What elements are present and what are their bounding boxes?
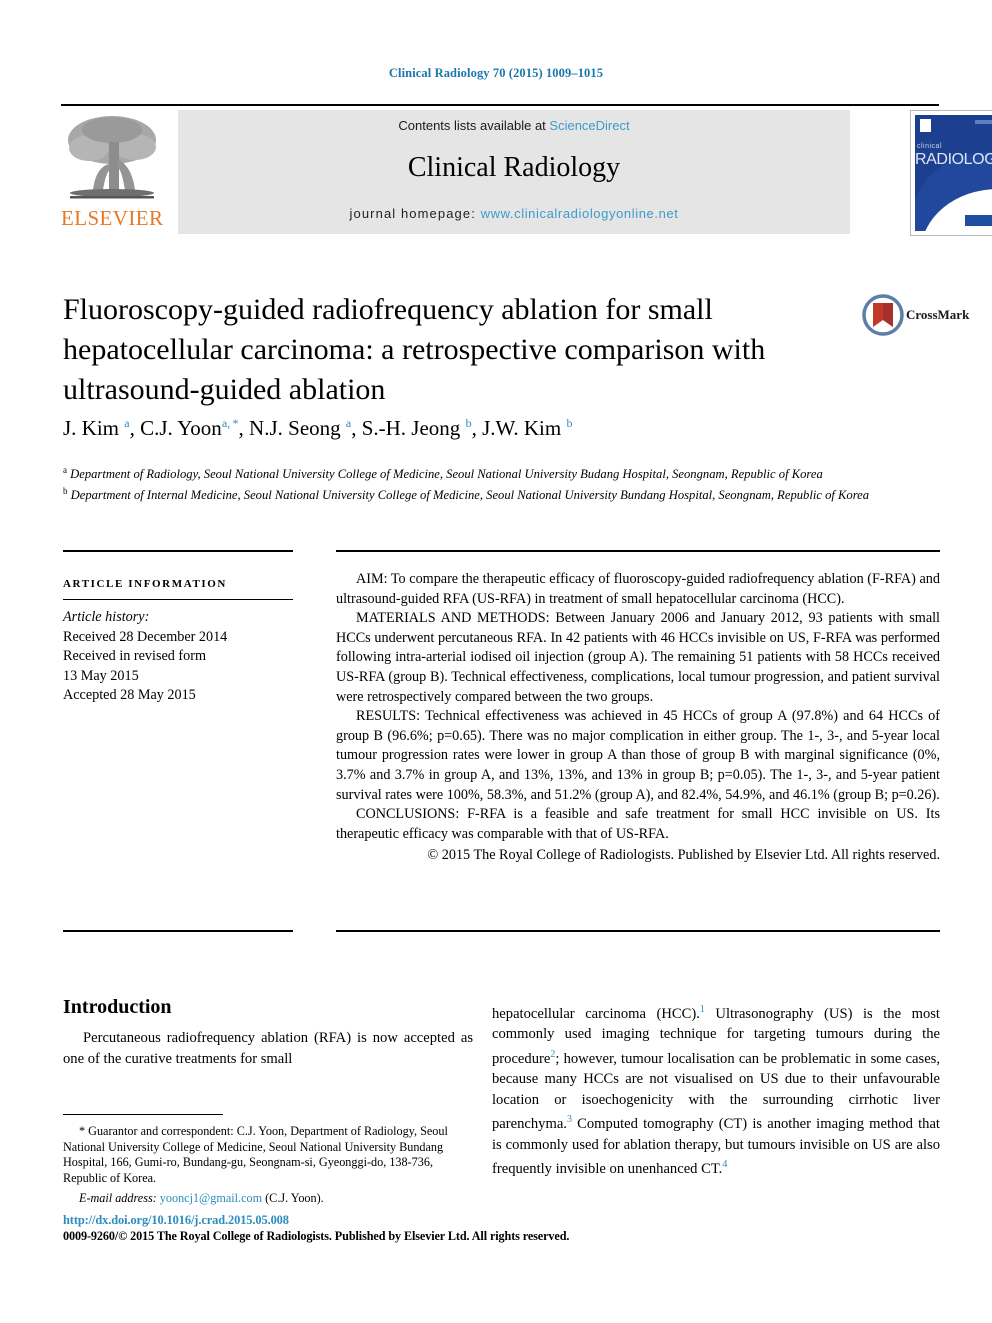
section-heading-introduction: Introduction <box>63 996 172 1018</box>
doi-link[interactable]: http://dx.doi.org/10.1016/j.crad.2015.05… <box>63 1212 663 1228</box>
article-history-line-1: Received in revised form <box>63 648 207 664</box>
article-history-line-2: 13 May 2015 <box>63 667 139 684</box>
journal-title: Clinical Radiology <box>407 152 621 183</box>
abstract-aim: AIM: To compare the therapeutic efficacy… <box>336 571 940 607</box>
abstract-materials-methods: MATERIALS AND METHODS: Between January 2… <box>336 610 940 705</box>
artinfo-rule-top <box>63 550 293 552</box>
cover-society-badge <box>965 215 992 226</box>
email-link[interactable]: yooncj1@gmail.com <box>160 1191 262 1205</box>
masthead-top-rule <box>61 104 939 106</box>
email-line: E-mail address: yooncj1@gmail.com (C.J. … <box>63 1191 475 1207</box>
running-head: Clinical Radiology 70 (2015) 1009–1015 <box>388 66 604 80</box>
page-title: Fluoroscopy-guided radiofrequency ablati… <box>63 293 766 406</box>
page-footer: http://dx.doi.org/10.1016/j.crad.2015.05… <box>63 1212 663 1244</box>
crossmark-icon <box>862 294 904 336</box>
contents-line: Contents lists available at ScienceDirec… <box>178 118 850 133</box>
cover-issue-mark <box>975 120 992 124</box>
abstract-conclusions: CONCLUSIONS: F-RFA is a feasible and saf… <box>336 806 940 842</box>
journal-cover-image: clinical RADIOLOGY <box>915 115 992 231</box>
crossmark-label: CrossMark <box>906 307 970 322</box>
cover-journal-small-text: clinical <box>917 143 943 150</box>
correspondence-footnote: * Guarantor and correspondent: C.J. Yoon… <box>63 1124 475 1207</box>
elsevier-tree-icon <box>65 112 159 204</box>
elsevier-wordmark: ELSEVIER <box>61 206 164 230</box>
article-information-heading: ARTICLE INFORMATION <box>63 578 227 590</box>
footnote-separator <box>63 1114 223 1115</box>
email-suffix: (C.J. Yoon). <box>265 1191 324 1205</box>
sciencedirect-link[interactable]: ScienceDirect <box>549 118 629 133</box>
introduction-left-column: Percutaneous radiofrequency ablation (RF… <box>63 1028 473 1069</box>
homepage-link[interactable]: www.clinicalradiologyonline.net <box>481 206 679 221</box>
abstract-rule-top <box>336 550 940 552</box>
abstract-copyright: © 2015 The Royal College of Radiologists… <box>427 847 940 864</box>
correspondence-text: * Guarantor and correspondent: C.J. Yoon… <box>63 1124 448 1185</box>
elsevier-logo: ELSEVIER <box>61 110 163 234</box>
homepage-label: journal homepage: <box>349 206 481 221</box>
introduction-left-text: Percutaneous radiofrequency ablation (RF… <box>63 1030 473 1067</box>
article-history-line-3: Accepted 28 May 2015 <box>63 687 196 703</box>
email-label: E-mail address: <box>79 1191 157 1205</box>
artinfo-rule-mid <box>63 599 293 600</box>
issn-copyright-line: 0009-9260/© 2015 The Royal College of Ra… <box>63 1229 570 1243</box>
introduction-right-text: hepatocellular carcinoma (HCC).1 Ultraso… <box>492 1004 940 1177</box>
artinfo-rule-bottom <box>63 930 293 932</box>
abstract-rule-bottom <box>336 930 940 932</box>
abstract: AIM: To compare the therapeutic efficacy… <box>336 570 940 866</box>
contents-prefix: Contents lists available at <box>398 118 550 133</box>
article-history-label: Article history: <box>63 609 150 625</box>
introduction-right-column: hepatocellular carcinoma (HCC).1 Ultraso… <box>492 1000 940 1179</box>
journal-masthead: ELSEVIER Contents lists available at Sci… <box>61 104 992 236</box>
crossmark-badge[interactable]: CrossMark <box>862 292 969 338</box>
article-history: Article history: Received 28 December 20… <box>63 608 293 706</box>
abstract-results: RESULTS: Technical effectiveness was ach… <box>336 708 940 803</box>
journal-cover-thumbnail: clinical RADIOLOGY <box>910 110 992 236</box>
article-page: Clinical Radiology 70 (2015) 1009–1015 E… <box>0 0 992 1323</box>
affiliations: a Department of Radiology, Seoul Nationa… <box>63 465 870 502</box>
cover-journal-big-text: RADIOLOGY <box>915 151 992 168</box>
article-history-line-0: Received 28 December 2014 <box>63 628 228 645</box>
sciencedirect-band: Contents lists available at ScienceDirec… <box>178 110 850 234</box>
cover-elsevier-icon <box>920 119 931 132</box>
author-list: J. Kim a, C.J. Yoona, *, N.J. Seong a, S… <box>63 416 573 440</box>
journal-homepage-line: journal homepage: www.clinicalradiologyo… <box>178 206 850 221</box>
